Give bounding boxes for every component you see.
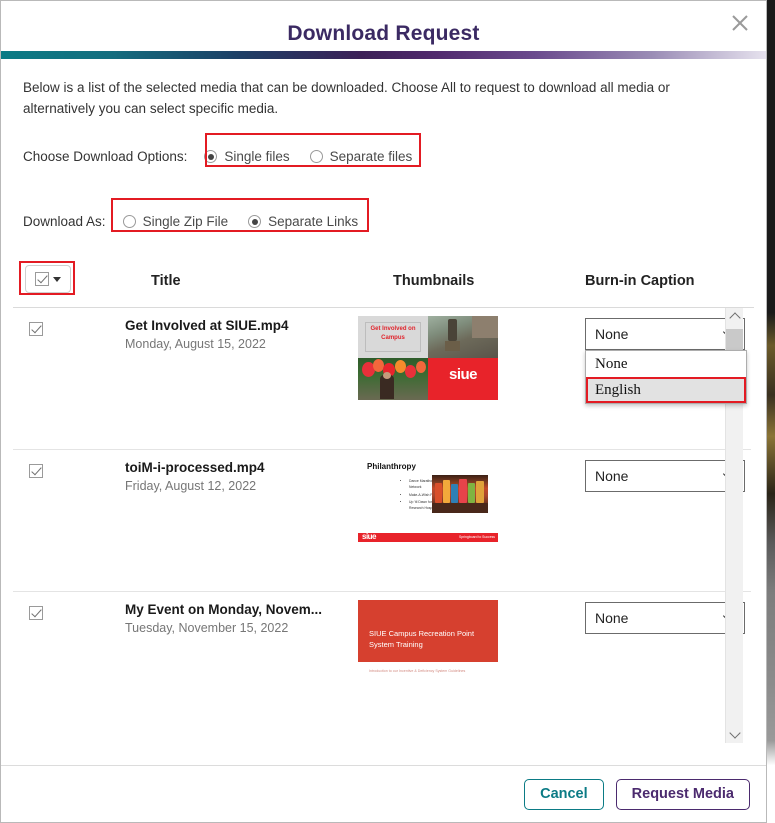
download-options-row: Choose Download Options: Single files Se…: [23, 133, 754, 170]
table-row: toiM-i-processed.mp4 Friday, August 12, …: [13, 450, 751, 592]
column-header-title: Title: [151, 273, 181, 289]
thumbnail-subtitle: Introduction to our Incentive & Deficien…: [369, 669, 466, 673]
radio-single-zip-file[interactable]: Single Zip File: [122, 214, 229, 229]
option-none[interactable]: None: [586, 351, 746, 377]
column-header-burn-in-caption: Burn-in Caption: [585, 273, 695, 289]
table-row: My Event on Monday, Novem... Tuesday, No…: [13, 592, 751, 733]
radio-single-files-label: Single files: [224, 149, 290, 164]
burn-in-caption-select[interactable]: None: [585, 318, 745, 350]
radio-indicator: [309, 150, 323, 163]
select-all-checkbox-dropdown[interactable]: [25, 265, 71, 293]
download-request-dialog: Download Request Below is a list of the …: [0, 0, 767, 823]
burn-in-caption-select-wrapper: None: [585, 460, 745, 492]
radio-separate-files[interactable]: Separate files: [309, 149, 413, 164]
select-value: None: [595, 610, 629, 626]
thumbnail-headline: Get Involved on Campus: [370, 326, 416, 341]
row-checkbox[interactable]: [29, 322, 43, 336]
select-value: None: [595, 326, 629, 342]
radio-single-zip-file-label: Single Zip File: [142, 214, 229, 229]
table-header: Title Thumbnails Burn-in Caption: [13, 261, 754, 308]
cancel-button[interactable]: Cancel: [524, 778, 604, 810]
thumbnail-logo: siue: [362, 532, 377, 541]
thumbnail-tagline: Springboard to Success: [459, 535, 495, 539]
select-value: None: [595, 468, 629, 484]
download-as-row: Download As: Single Zip File Separate Li…: [23, 198, 754, 235]
thumbnail-headline: Philanthropy: [367, 462, 416, 471]
chevron-down-icon: [53, 276, 61, 282]
row-checkbox[interactable]: [29, 606, 43, 620]
accent-gradient-bar: [1, 51, 766, 59]
row-title: My Event on Monday, Novem...: [125, 602, 323, 617]
radio-single-files[interactable]: Single files: [204, 149, 290, 164]
radio-separate-links[interactable]: Separate Links: [248, 214, 358, 229]
checkbox-icon: [35, 272, 49, 286]
media-list: Get Involved at SIUE.mp4 Monday, August …: [13, 308, 754, 743]
radio-separate-links-label: Separate Links: [268, 214, 359, 229]
dialog-footer: Cancel Request Media: [1, 765, 766, 822]
burn-in-caption-select-wrapper: None: [585, 602, 745, 634]
download-as-label: Download As:: [23, 214, 106, 229]
radio-indicator: [248, 215, 262, 228]
thumbnail-logo: siue: [448, 366, 478, 383]
column-header-thumbnails: Thumbnails: [393, 273, 475, 289]
row-thumbnail: Philanthropy Dance Marathon for Children…: [358, 458, 498, 542]
burn-in-caption-select[interactable]: None: [585, 602, 745, 634]
thumbnail-headline: SIUE Campus Recreation Point System Trai…: [369, 629, 475, 649]
burn-in-caption-select-wrapper: None None English: [585, 318, 747, 404]
row-checkbox[interactable]: [29, 464, 43, 478]
download-options-label: Choose Download Options:: [23, 149, 188, 164]
radio-separate-files-label: Separate files: [329, 149, 413, 164]
page-title: Download Request: [287, 22, 480, 45]
intro-text: Below is a list of the selected media th…: [23, 80, 670, 116]
row-date: Tuesday, November 15, 2022: [125, 621, 289, 635]
close-icon[interactable]: [724, 7, 756, 39]
chevron-down-icon: [728, 727, 741, 739]
row-title: toiM-i-processed.mp4: [125, 460, 265, 475]
row-date: Monday, August 15, 2022: [125, 337, 266, 351]
row-thumbnail: Get Involved on Campus siue: [358, 316, 498, 400]
dialog-body: Below is a list of the selected media th…: [1, 77, 766, 743]
radio-indicator: [204, 150, 218, 163]
download-as-group[interactable]: Single Zip File Separate Links: [113, 208, 369, 235]
burn-in-caption-options-list[interactable]: None English: [585, 350, 747, 404]
download-options-group[interactable]: Single files Separate files: [194, 143, 422, 170]
row-thumbnail: SIUE Campus Recreation Point System Trai…: [358, 600, 498, 684]
request-media-button[interactable]: Request Media: [615, 778, 750, 810]
dialog-header: Download Request: [1, 1, 766, 51]
row-title: Get Involved at SIUE.mp4: [125, 318, 289, 333]
row-date: Friday, August 12, 2022: [125, 479, 257, 493]
chevron-up-icon: [728, 312, 741, 324]
option-english[interactable]: English: [586, 377, 746, 403]
media-list-viewport: Get Involved at SIUE.mp4 Monday, August …: [13, 308, 751, 743]
table-row: Get Involved at SIUE.mp4 Monday, August …: [13, 308, 751, 450]
scroll-down-button[interactable]: [726, 726, 743, 743]
burn-in-caption-select[interactable]: None: [585, 460, 745, 492]
scroll-up-button[interactable]: [726, 308, 743, 325]
radio-indicator: [122, 215, 136, 228]
